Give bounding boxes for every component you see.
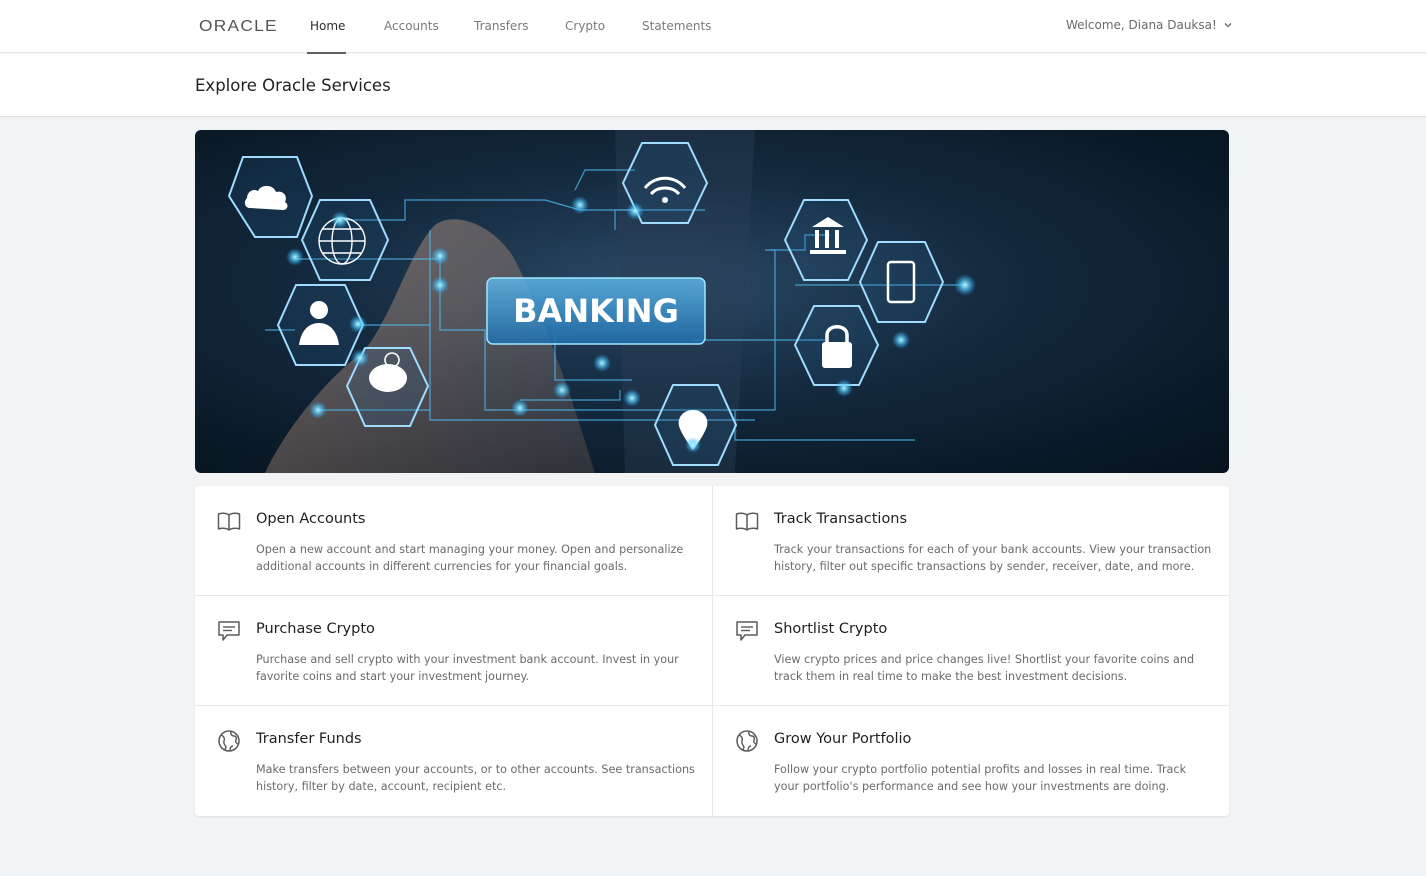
feature-title: Transfer Funds: [256, 731, 362, 747]
feature-description: View crypto prices and price changes liv…: [774, 653, 1195, 683]
feature-description: Open a new account and start managing yo…: [256, 543, 684, 573]
message-icon: [218, 621, 240, 641]
page-header: Explore Oracle Services: [0, 54, 1426, 117]
feature-description: Make transfers between your accounts, or…: [256, 763, 695, 793]
nav-statements[interactable]: Statements: [642, 19, 711, 33]
nav-transfers[interactable]: Transfers: [474, 19, 529, 33]
banking-illustration: BANKING: [227, 130, 976, 473]
top-navigation: ORACLE Home Accounts Transfers Crypto St…: [0, 0, 1426, 54]
feature-title: Purchase Crypto: [256, 621, 375, 637]
welcome-text: Welcome, Diana Dauksa!: [1066, 18, 1217, 32]
feature-title: Shortlist Crypto: [774, 621, 888, 637]
message-icon: [736, 621, 758, 641]
feature-card-grow-portfolio[interactable]: Grow Your Portfolio Follow your crypto p…: [712, 706, 1229, 816]
nav-accounts[interactable]: Accounts: [384, 19, 439, 33]
user-menu[interactable]: Welcome, Diana Dauksa!: [1066, 18, 1232, 32]
feature-description: Track your transactions for each of your…: [774, 543, 1212, 573]
feature-description: Follow your crypto portfolio potential p…: [774, 763, 1187, 793]
page-title: Explore Oracle Services: [195, 76, 391, 95]
feature-card-open-accounts[interactable]: Open Accounts Open a new account and sta…: [195, 486, 712, 596]
book-icon: [735, 512, 759, 531]
feature-title: Grow Your Portfolio: [774, 731, 912, 747]
nav-home[interactable]: Home: [310, 19, 345, 33]
feature-title: Open Accounts: [256, 511, 366, 527]
globe-icon: [736, 730, 758, 752]
feature-card-purchase-crypto[interactable]: Purchase Crypto Purchase and sell crypto…: [195, 596, 712, 706]
banner-title: BANKING: [513, 292, 679, 330]
nav-crypto[interactable]: Crypto: [565, 19, 605, 33]
book-icon: [217, 512, 241, 531]
feature-card-track-transactions[interactable]: Track Transactions Track your transactio…: [712, 486, 1229, 596]
feature-description: Purchase and sell crypto with your inves…: [256, 653, 679, 683]
banking-banner: BANKING: [195, 130, 1229, 473]
oracle-logo[interactable]: ORACLE: [199, 18, 278, 36]
globe-icon: [218, 730, 240, 752]
chevron-down-icon: [1224, 23, 1232, 28]
feature-title: Track Transactions: [774, 511, 908, 527]
feature-card-shortlist-crypto[interactable]: Shortlist Crypto View crypto prices and …: [712, 596, 1229, 706]
features-grid: Open Accounts Open a new account and sta…: [195, 486, 1229, 816]
feature-card-transfer-funds[interactable]: Transfer Funds Make transfers between yo…: [195, 706, 712, 816]
